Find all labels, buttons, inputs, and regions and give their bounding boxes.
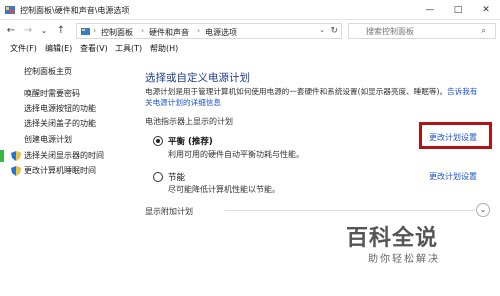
plan-description-balanced: 利用可用的硬件自动平衡功耗与性能。 xyxy=(168,150,304,159)
breadcrumb-hardware-sound[interactable]: 硬件和声音 xyxy=(149,27,189,38)
breadcrumb-separator-icon: › xyxy=(197,26,201,35)
watermark-title: 百科全说 xyxy=(346,226,439,251)
search-input[interactable] xyxy=(366,25,491,37)
breadcrumb-control-panel[interactable]: 控制面板 xyxy=(101,27,133,38)
sidebar-item-create-plan[interactable]: 创建电源计划 xyxy=(24,134,72,145)
sidebar-item-sleep-time[interactable]: 更改计算机睡眠时间 xyxy=(24,165,96,176)
control-panel-small-icon xyxy=(81,28,90,35)
control-panel-icon xyxy=(5,6,15,14)
recent-locations-chevron-icon[interactable]: ⌄ xyxy=(38,25,50,37)
back-arrow-icon[interactable]: ← xyxy=(5,25,17,37)
menu-help[interactable]: 帮助(H) xyxy=(150,43,178,54)
search-icon[interactable]: ⌕ xyxy=(481,26,486,36)
page-description: 电源计划是用于管理计算机如何使用电源的一套硬件和系统设置(如显示器亮度、睡眠等)… xyxy=(145,86,485,108)
window-title: 控制面板\硬件和声音\电源选项 xyxy=(20,6,130,15)
maximize-button[interactable]: □ xyxy=(444,0,472,20)
sidebar-item-control-panel-home[interactable]: 控制面板主页 xyxy=(24,66,72,77)
section-heading: 电池指示器上显示的计划 xyxy=(145,117,233,126)
change-plan-settings-link-power-saver[interactable]: 更改计划设置 xyxy=(429,171,477,182)
menu-view[interactable]: 查看(V) xyxy=(80,43,108,54)
plan-name-balanced[interactable]: 平衡 (推荐) xyxy=(168,135,213,147)
close-button[interactable]: ✕ xyxy=(472,0,500,20)
plan-radio-balanced[interactable] xyxy=(153,136,163,146)
sidebar-item-lid-close[interactable]: 选择关闭盖子的功能 xyxy=(24,118,96,129)
refresh-icon[interactable]: ↻ xyxy=(330,26,338,36)
section-divider xyxy=(225,210,475,211)
page-title: 选择或自定义电源计划 xyxy=(145,72,250,84)
watermark: 百科全说 助你轻松解决 xyxy=(340,220,470,280)
menu-tools[interactable]: 工具(T) xyxy=(115,43,142,54)
breadcrumb-separator-icon: › xyxy=(141,26,145,35)
sidebar-item-display-off[interactable]: 选择关闭显示器的时间 xyxy=(24,150,104,161)
minimize-button[interactable]: — xyxy=(416,0,444,20)
sidebar-item-power-button[interactable]: 选择电源按钮的功能 xyxy=(24,103,96,114)
side-marker xyxy=(0,150,4,162)
watermark-subtitle: 助你轻松解决 xyxy=(368,254,440,265)
menu-edit[interactable]: 编辑(E) xyxy=(45,43,72,54)
plan-name-power-saver[interactable]: 节能 xyxy=(168,171,185,183)
breadcrumb-separator-icon: › xyxy=(93,26,97,35)
title-bar: 控制面板\硬件和声音\电源选项 — □ ✕ xyxy=(0,0,500,20)
plan-description-power-saver: 尽可能降低计算机性能以节能。 xyxy=(168,185,280,194)
forward-arrow-icon[interactable]: → xyxy=(22,25,34,37)
search-box[interactable]: ⌕ xyxy=(348,23,496,39)
breadcrumb-power-options[interactable]: 电源选项 xyxy=(205,27,237,38)
sidebar-item-wake-password[interactable]: 唤醒时需要密码 xyxy=(24,88,80,99)
plan-radio-power-saver[interactable] xyxy=(153,172,163,182)
menu-bar: 文件(F) 编辑(E) 查看(V) 工具(T) 帮助(H) xyxy=(0,42,500,56)
shield-icon xyxy=(11,151,21,161)
sidebar: 控制面板主页 唤醒时需要密码 选择电源按钮的功能 选择关闭盖子的功能 创建电源计… xyxy=(0,56,135,296)
description-text: 电源计划是用于管理计算机如何使用电源的一套硬件和系统设置(如显示器亮度、睡眠等)… xyxy=(145,87,448,96)
navigation-bar: ← → ⌄ ↑ › 控制面板 › 硬件和声音 › 电源选项 ⌄ ↻ ⌕ xyxy=(0,20,500,42)
menu-file[interactable]: 文件(F) xyxy=(10,43,37,54)
address-bar[interactable]: › 控制面板 › 硬件和声音 › 电源选项 ⌄ ↻ xyxy=(76,23,342,39)
highlight-box xyxy=(419,122,492,149)
shield-icon xyxy=(11,166,21,176)
address-dropdown-icon[interactable]: ⌄ xyxy=(319,26,325,34)
show-additional-plans-label[interactable]: 显示附加计划 xyxy=(145,206,193,217)
up-arrow-icon[interactable]: ↑ xyxy=(55,25,67,37)
chevron-down-icon[interactable]: ⌄ xyxy=(476,203,490,217)
